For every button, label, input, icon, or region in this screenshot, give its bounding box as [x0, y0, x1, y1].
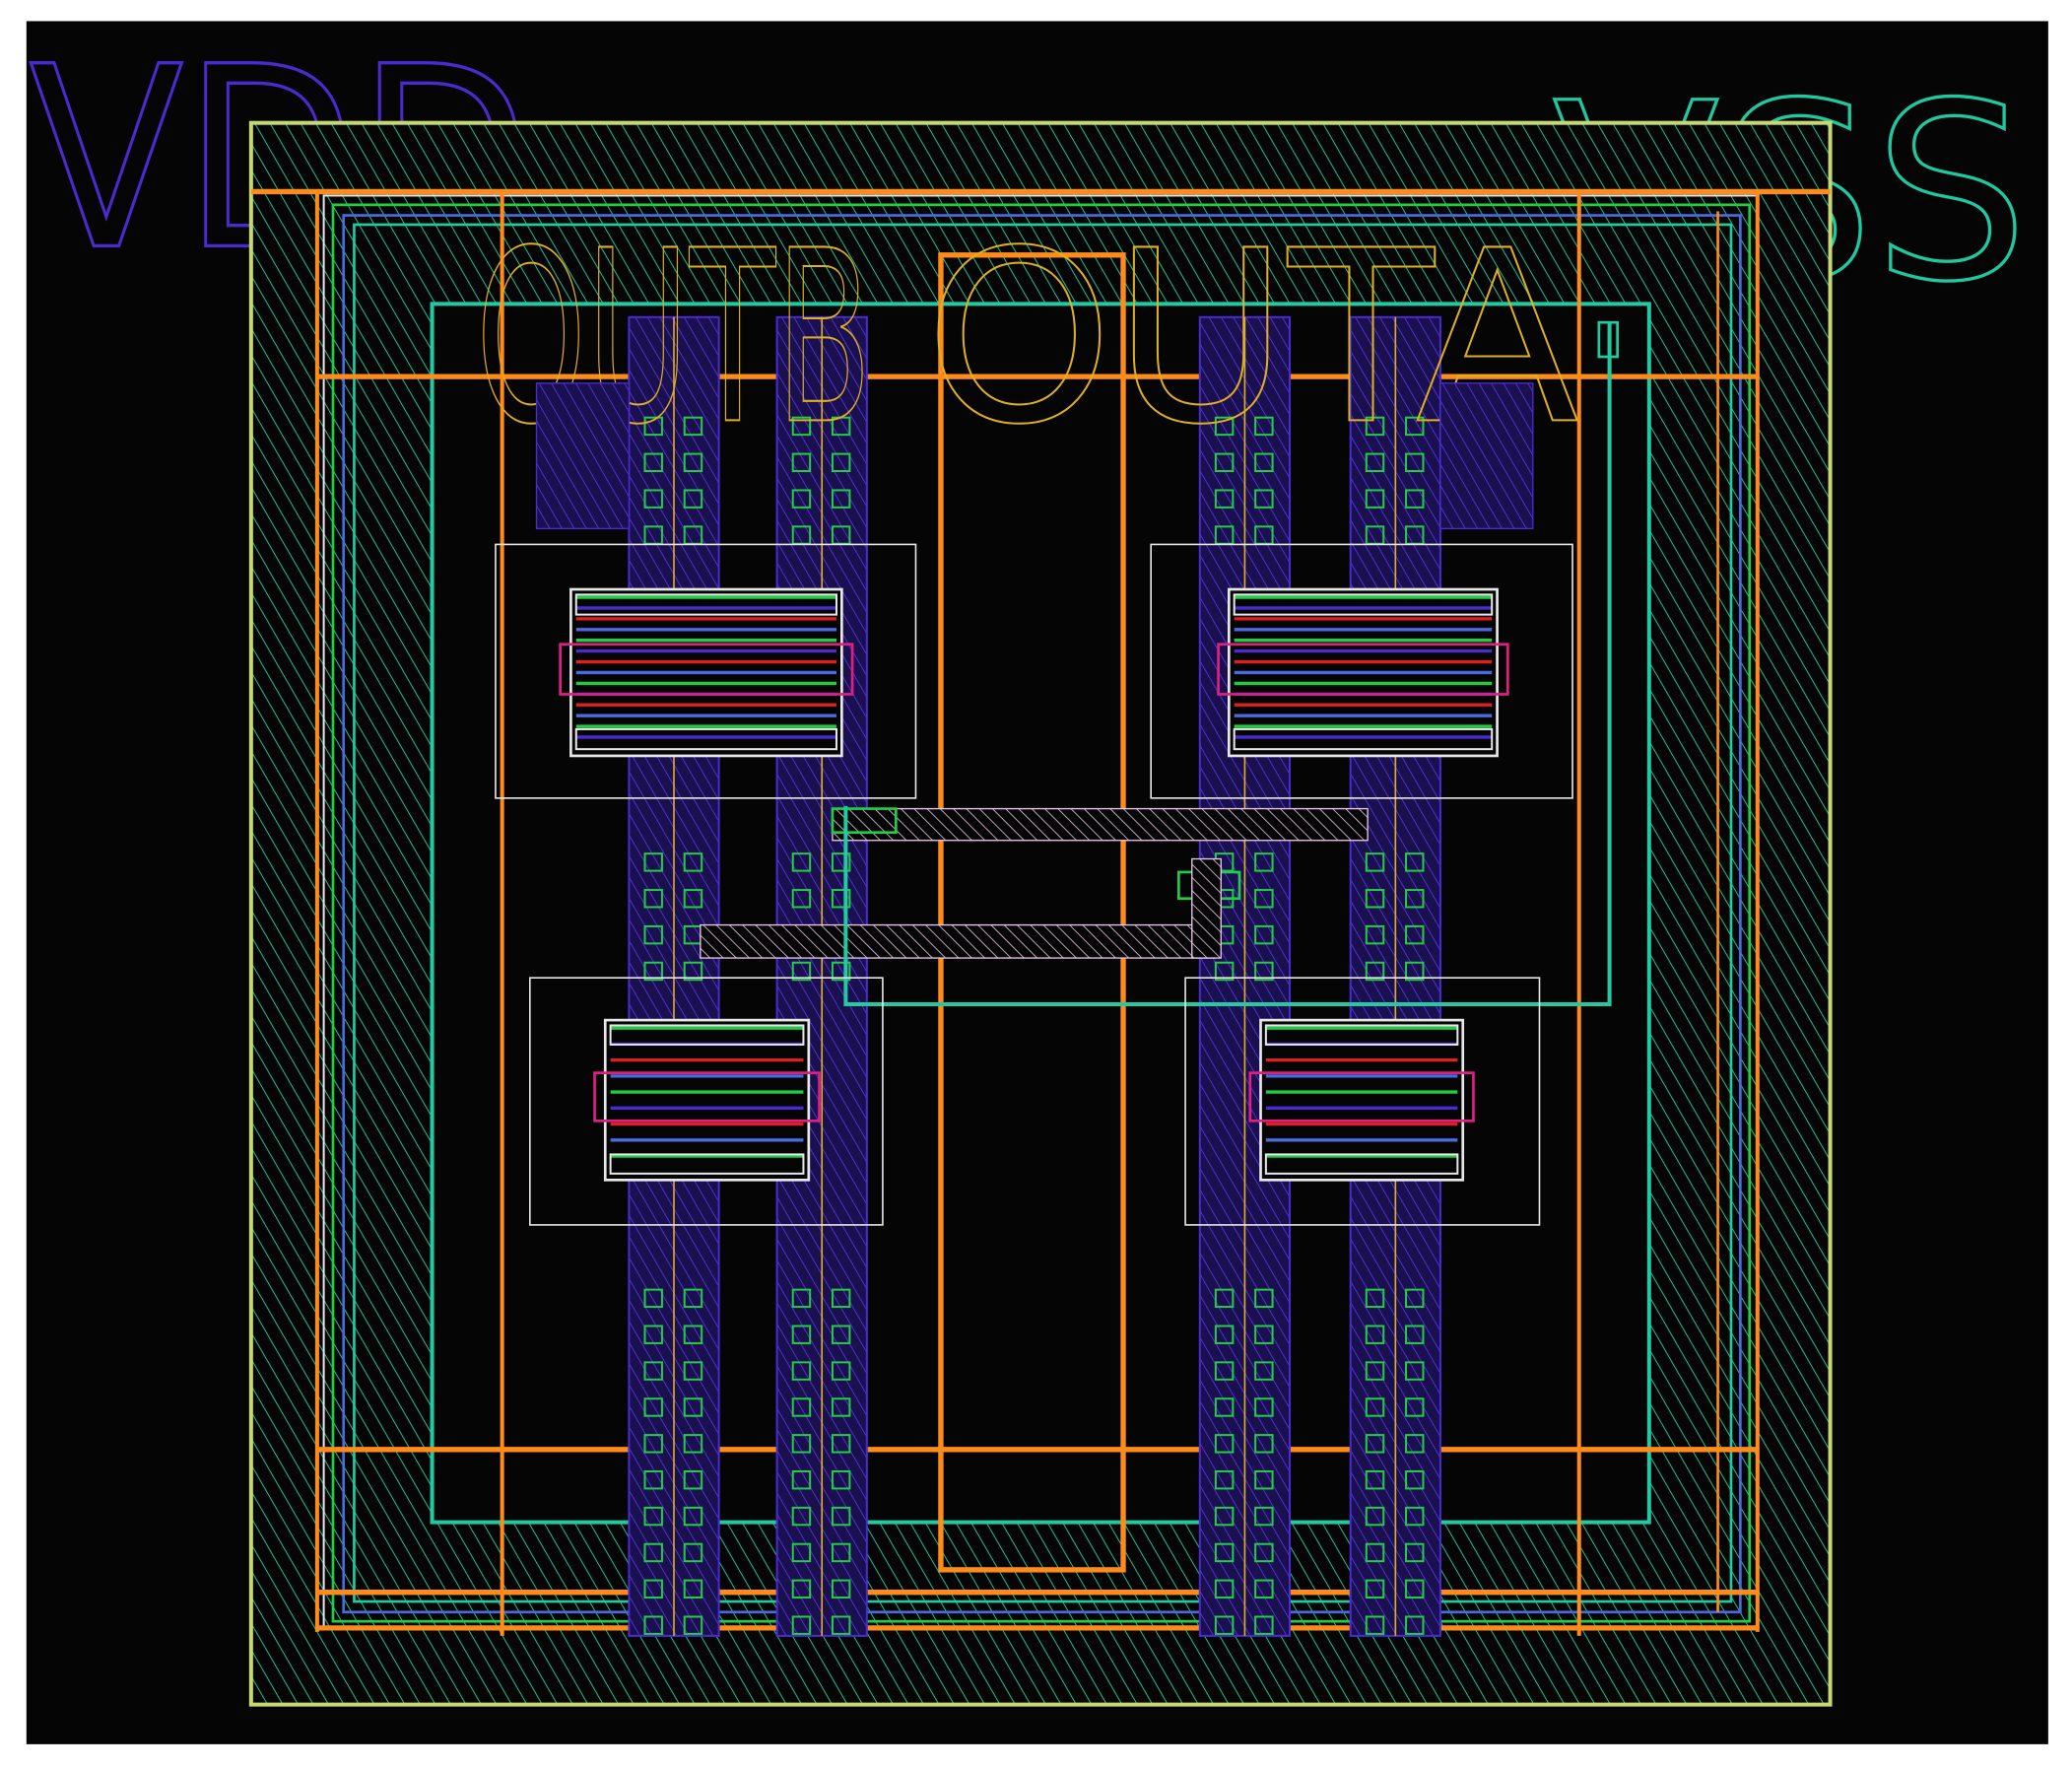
poly-jog: [1192, 859, 1222, 959]
poly-interconnect-upper: [833, 809, 1368, 841]
poly-interconnect-lower: [701, 925, 1216, 959]
net-label-outb: OUTB: [476, 199, 872, 476]
metal1-block-right: [1440, 383, 1533, 528]
ic-layout-view: VDD VSS OUTB OUTA: [0, 0, 2072, 1768]
metal1-block-left: [537, 383, 630, 528]
